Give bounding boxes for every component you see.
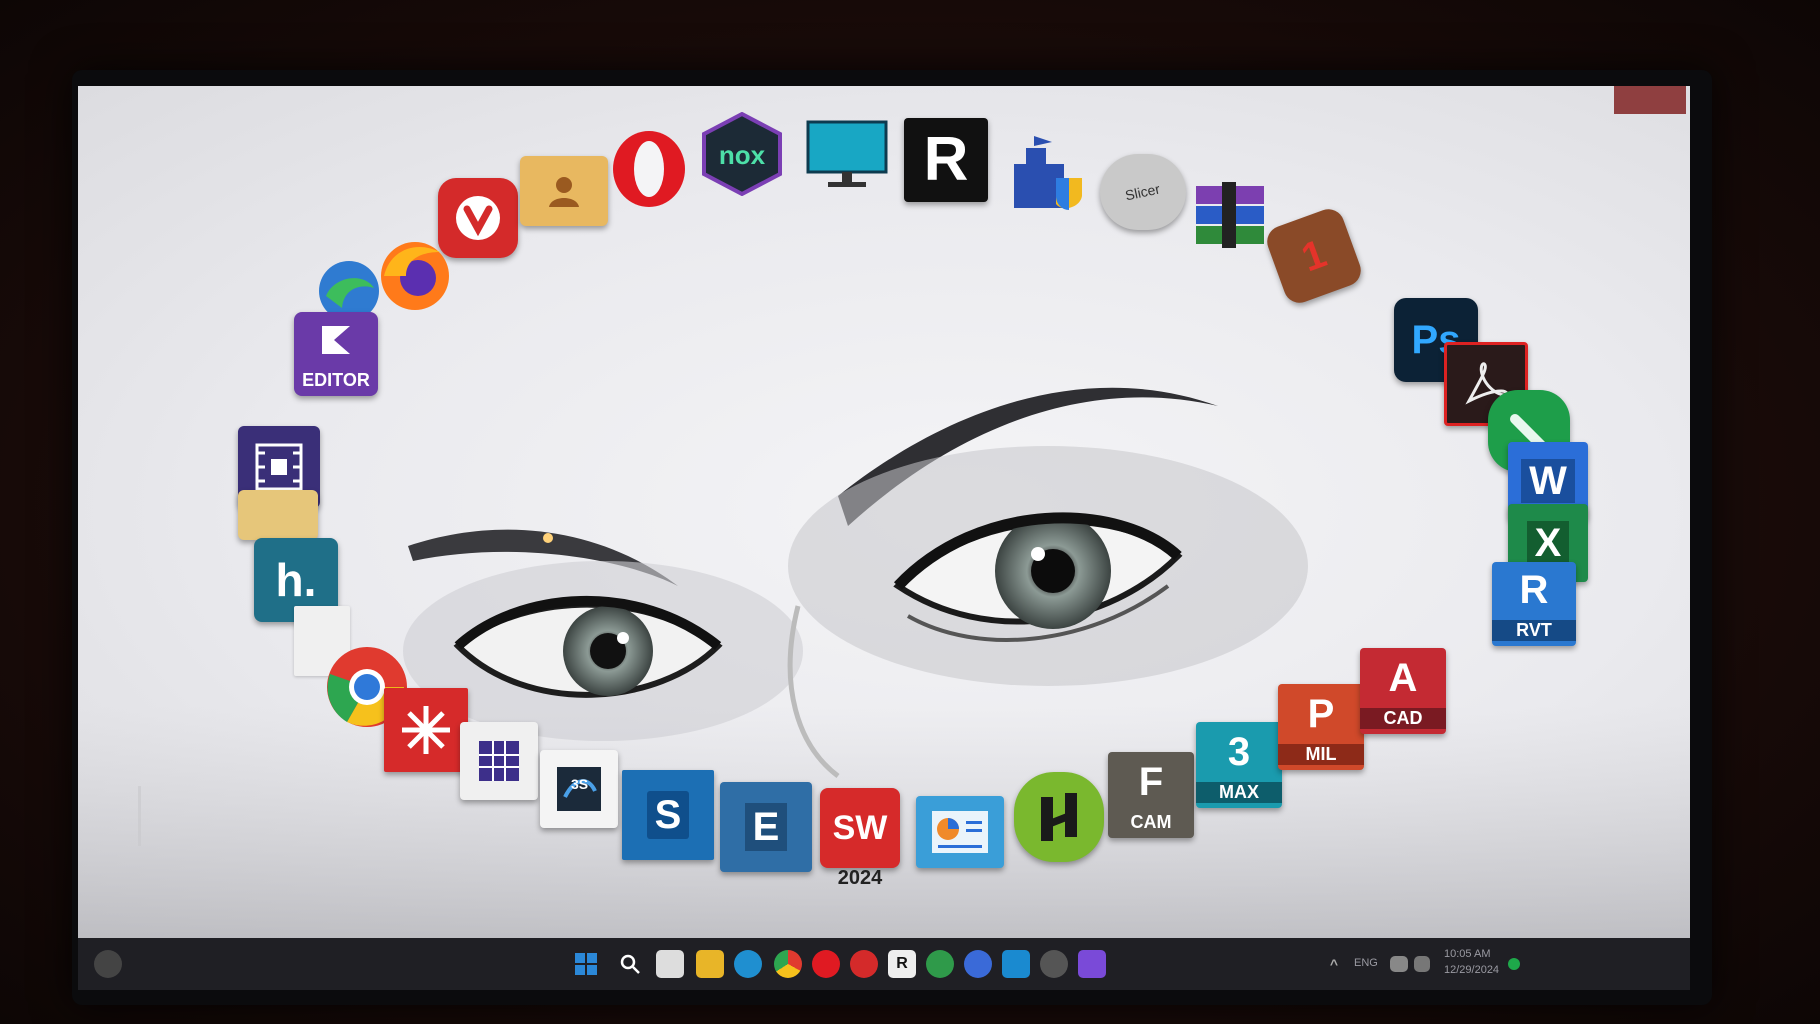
excel-label: X xyxy=(1526,521,1570,565)
foxit-editor-label: EDITOR xyxy=(302,370,370,390)
etabs-label: E xyxy=(744,803,788,851)
word-label: W xyxy=(1521,459,1575,503)
etabs-icon[interactable]: E xyxy=(720,782,812,872)
grid-app-icon[interactable] xyxy=(460,722,538,800)
task-view-icon[interactable] xyxy=(656,950,684,978)
revit-letter: R xyxy=(1519,568,1549,612)
chart-app-icon[interactable] xyxy=(916,796,1004,868)
sync-taskbar-icon[interactable] xyxy=(964,950,992,978)
autocad-icon[interactable]: A CAD xyxy=(1360,648,1446,734)
castle-shield-icon[interactable] xyxy=(1006,134,1086,214)
fusion-cam-icon[interactable]: F CAM xyxy=(1108,752,1194,838)
opera-taskbar-icon[interactable] xyxy=(812,950,840,978)
sharepoint-icon[interactable]: S xyxy=(622,770,714,860)
foxit-editor-icon[interactable]: EDITOR xyxy=(294,312,378,396)
settings-gear-icon[interactable] xyxy=(1040,950,1068,978)
clock-date[interactable]: 12/29/2024 xyxy=(1444,964,1499,976)
widgets-icon[interactable] xyxy=(94,950,122,978)
svg-text:3S: 3S xyxy=(571,776,588,792)
autodesk-pmil-icon[interactable]: P MIL xyxy=(1278,684,1364,770)
revit-icon[interactable]: R RVT xyxy=(1492,562,1576,646)
hardware-info-label: h. xyxy=(275,554,317,606)
autocad-label: CAD xyxy=(1360,708,1446,729)
rhino-r-icon[interactable]: R xyxy=(904,118,988,202)
solidworks-icon[interactable]: SW 2024 xyxy=(820,788,900,889)
slicer-icon[interactable]: Slicer xyxy=(1100,154,1186,230)
clock-time[interactable]: 10:05 AM xyxy=(1444,948,1490,960)
file-explorer-icon[interactable] xyxy=(696,950,724,978)
nox-label: nox xyxy=(719,140,766,170)
rhino-r-label: R xyxy=(923,125,969,194)
chrome-taskbar-icon[interactable] xyxy=(774,950,802,978)
3ds-max-letter: 3 xyxy=(1227,730,1251,774)
taskbar: R ^ ENG 10:05 AM 12/29/2024 xyxy=(78,938,1690,990)
volume-icon[interactable] xyxy=(1414,956,1430,972)
autocad-letter: A xyxy=(1388,656,1418,700)
network-icon[interactable] xyxy=(1390,956,1408,972)
winrar-icon[interactable] xyxy=(1188,178,1272,258)
firefox-icon[interactable] xyxy=(376,236,454,314)
search-icon[interactable] xyxy=(616,950,644,978)
3ds-max-icon[interactable]: 3 MAX xyxy=(1196,722,1282,808)
visual-studio-taskbar-icon[interactable] xyxy=(1078,950,1106,978)
desktop[interactable]: nox R Slicer 1 EDITOR h. 3S S E SW 2024 … xyxy=(78,86,1690,938)
globe-taskbar-icon[interactable] xyxy=(926,950,954,978)
3ds-max-label: MAX xyxy=(1196,782,1282,803)
start-button-icon[interactable] xyxy=(572,950,600,978)
photos-taskbar-icon[interactable] xyxy=(1002,950,1030,978)
opera-icon[interactable] xyxy=(608,128,690,210)
notification-dot[interactable] xyxy=(1508,958,1520,970)
slicer-label: Slicer xyxy=(1124,180,1162,204)
sharepoint-label: S xyxy=(646,791,690,839)
files-folder-icon[interactable] xyxy=(238,490,318,540)
desktop-shortcut-ghost xyxy=(138,786,164,846)
autodesk-pmil-label: MIL xyxy=(1278,744,1364,765)
rhino-taskbar-icon[interactable]: R xyxy=(888,950,916,978)
solidworks-label: SW xyxy=(832,808,888,847)
arrows-app-icon[interactable] xyxy=(384,688,468,772)
green-h-app-icon[interactable] xyxy=(1014,772,1104,862)
folder-user-icon[interactable] xyxy=(520,156,608,226)
fusion-cam-label: CAM xyxy=(1130,812,1172,832)
autodesk-pmil-letter: P xyxy=(1307,692,1335,736)
edge-icon[interactable] xyxy=(734,950,762,978)
dassault-ds-icon[interactable]: 3S xyxy=(540,750,618,828)
fusion-cam-letter: F xyxy=(1138,760,1164,804)
monitor-icon[interactable] xyxy=(806,120,888,190)
vivaldi-taskbar-icon[interactable] xyxy=(850,950,878,978)
solidworks-year: 2024 xyxy=(837,867,883,889)
nox-icon[interactable]: nox xyxy=(700,112,784,196)
language-indicator[interactable]: ENG xyxy=(1354,957,1378,969)
chevron-up-icon[interactable]: ^ xyxy=(1320,950,1348,978)
revit-label: RVT xyxy=(1492,620,1576,641)
